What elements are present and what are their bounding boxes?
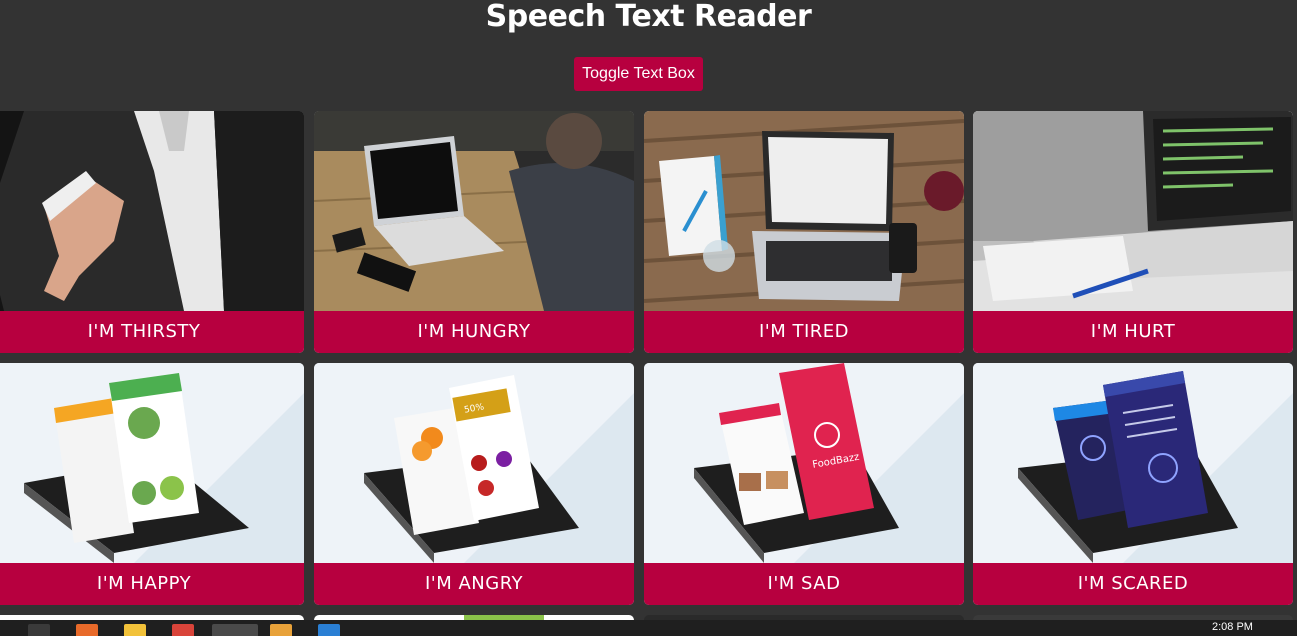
card-caption: I'M HUNGRY <box>314 311 634 353</box>
chrome-icon[interactable] <box>172 624 194 636</box>
card-caption: I'M ANGRY <box>314 563 634 605</box>
phone-dashboard-mockup <box>973 363 1293 563</box>
card-thirsty[interactable]: I'M THIRSTY <box>0 111 304 353</box>
page-title: Speech Text Reader <box>485 0 812 34</box>
card-hurt[interactable]: I'M HURT <box>973 111 1293 353</box>
toggle-text-box-button[interactable]: Toggle Text Box <box>574 57 703 91</box>
card-tired[interactable]: I'M TIRED <box>644 111 964 353</box>
card-caption: I'M THIRSTY <box>0 311 304 353</box>
card-caption: I'M HURT <box>973 311 1293 353</box>
card-scared[interactable]: I'M SCARED <box>973 363 1293 605</box>
start-icon[interactable] <box>28 624 50 636</box>
laptop-desk-photo <box>314 111 634 311</box>
card-angry[interactable]: 50% I'M ANGRY <box>314 363 634 605</box>
speech-card-grid: I'M THIRSTY I'M HUNGRY I'M TIRED I'M HUR… <box>0 111 1297 636</box>
laptop-wood-photo <box>644 111 964 311</box>
taskbar-clock[interactable]: 2:08 PM <box>1212 621 1253 634</box>
chrome-active-icon[interactable] <box>212 624 258 636</box>
phone-app-mockup <box>0 363 304 563</box>
card-hungry[interactable]: I'M HUNGRY <box>314 111 634 353</box>
card-caption: I'M SCARED <box>973 563 1293 605</box>
phone-foodbazz-mockup: FoodBazz <box>644 363 964 563</box>
card-sad[interactable]: FoodBazz I'M SAD <box>644 363 964 605</box>
app-icon[interactable] <box>76 624 98 636</box>
windows-taskbar: 2:08 PM <box>0 620 1297 636</box>
laptop-notebook-photo <box>973 111 1293 311</box>
file-explorer-icon[interactable] <box>124 624 146 636</box>
app-icon[interactable] <box>270 624 292 636</box>
handshake-photo <box>0 111 304 311</box>
card-happy[interactable]: I'M HAPPY <box>0 363 304 605</box>
card-caption: I'M SAD <box>644 563 964 605</box>
card-caption: I'M TIRED <box>644 311 964 353</box>
card-caption: I'M HAPPY <box>0 563 304 605</box>
phone-grocery-mockup: 50% <box>314 363 634 563</box>
vscode-icon[interactable] <box>318 624 340 636</box>
